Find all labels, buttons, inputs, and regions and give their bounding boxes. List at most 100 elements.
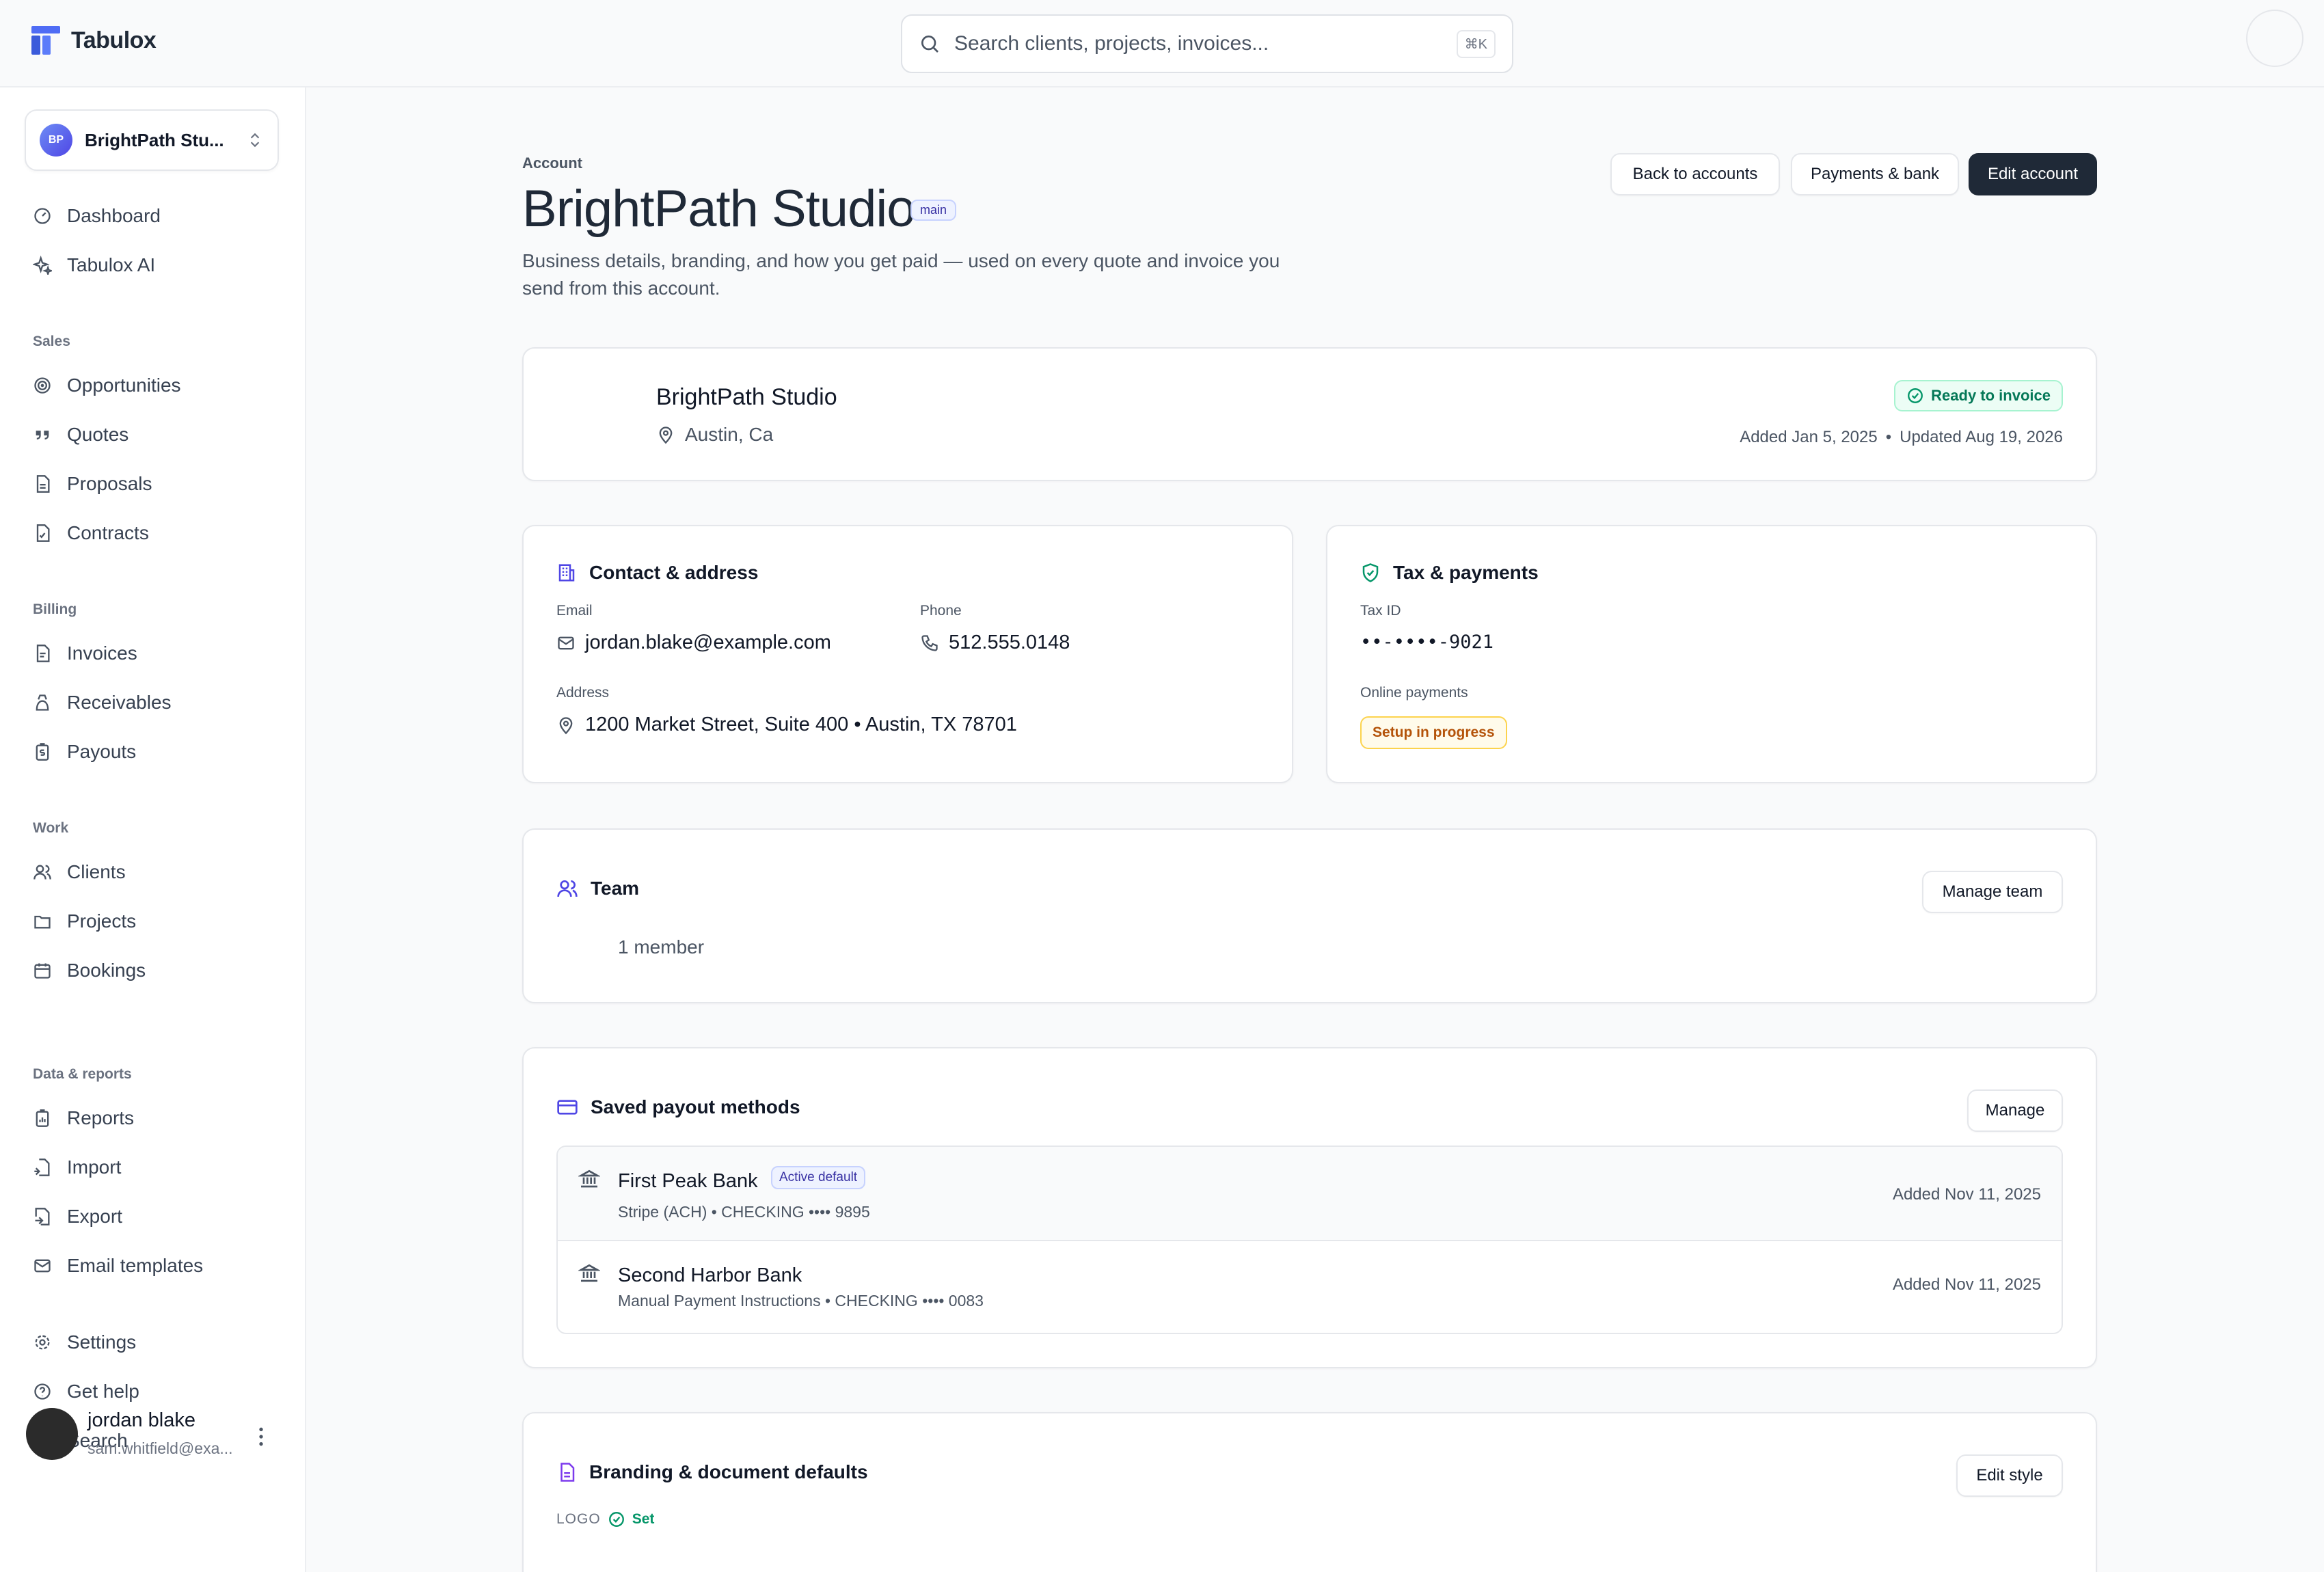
brand[interactable]: Tabulox [31,26,157,55]
branding-title: Branding & document defaults [556,1461,868,1483]
gear-icon [35,1335,50,1350]
sidebar-item-label: Get help [67,1381,139,1402]
tax-card: Tax & payments Tax ID ••-••••-9021 Onlin… [1326,525,2097,783]
phone-icon [921,634,938,651]
sidebar-item-label: Dashboard [67,205,161,226]
summary-dates: Added Jan 5, 2025 • Updated Aug 19, 2026 [1740,428,2063,447]
team-card: Team Manage team 1 member [522,828,2097,1003]
main-account-tag: main [910,200,957,221]
search-shortcut: ⌘K [1456,29,1496,58]
mail-icon [558,636,574,649]
payout-list: First Peak Bank Active default Stripe (A… [556,1146,2063,1334]
sidebar-item-bookings[interactable]: Bookings [33,957,146,984]
payout-row[interactable]: Second Harbor Bank Manual Payment Instru… [558,1241,2062,1333]
user-email: sam.whitfield@exa... [87,1439,233,1457]
nav-group-billing: Billing [33,601,77,617]
payout-methods-card: Saved payout methods Manage First Peak B… [522,1047,2097,1368]
sidebar-item-get-help[interactable]: Get help [33,1378,139,1405]
logo-status-text: Set [632,1511,655,1527]
export-icon [35,1208,50,1225]
status-badge: Ready to invoice [1894,380,2063,411]
team-title: Team [556,878,639,899]
sidebar-item-receivables[interactable]: Receivables [33,689,172,716]
phone-label: Phone [920,603,962,619]
users-icon [557,880,578,897]
sidebar-item-invoices[interactable]: Invoices [33,640,137,667]
top-avatar[interactable] [2246,10,2303,67]
bank-name: First Peak Bank [618,1170,758,1192]
dashboard-icon [34,208,51,224]
reports-icon [36,1109,49,1127]
bank-icon [578,1264,600,1282]
map-pin-icon [659,426,673,444]
manage-team-button[interactable]: Manage team [1922,871,2063,913]
branding-title-text: Branding & document defaults [589,1461,868,1482]
tax-id-value: ••-••••-9021 [1360,632,1494,653]
back-to-accounts-button[interactable]: Back to accounts [1610,153,1780,195]
payout-row[interactable]: First Peak Bank Active default Stripe (A… [558,1147,2062,1241]
manage-payouts-button[interactable]: Manage [1967,1089,2063,1132]
sidebar-item-export[interactable]: Export [33,1203,122,1230]
nav-group-work: Work [33,820,69,836]
active-default-badge: Active default [771,1166,866,1189]
folder-icon [34,915,51,929]
target-icon [34,377,51,394]
global-search[interactable]: Search clients, projects, invoices... ⌘K [901,14,1513,73]
payments-bank-button[interactable]: Payments & bank [1791,153,1959,195]
app-logo-icon [31,26,60,55]
workspace-avatar: BP [40,124,72,157]
help-icon [34,1383,51,1400]
payout-title: Saved payout methods [556,1096,800,1118]
building-icon [558,564,575,582]
sidebar-item-settings[interactable]: Settings [33,1329,136,1356]
sidebar-item-label: Opportunities [67,375,181,396]
sidebar-item-opportunities[interactable]: Opportunities [33,372,181,399]
edit-style-button[interactable]: Edit style [1956,1454,2063,1497]
users-icon [33,865,51,880]
status-text: Ready to invoice [1931,387,2051,404]
sidebar-item-clients[interactable]: Clients [33,858,126,886]
email-label: Email [556,603,593,619]
quote-icon [36,431,49,439]
chevron-updown-icon [246,131,264,149]
payout-title-text: Saved payout methods [591,1096,800,1117]
sidebar-item-reports[interactable]: Reports [33,1105,134,1132]
sidebar-item-quotes[interactable]: Quotes [33,421,129,448]
email-value[interactable]: jordan.blake@example.com [556,632,831,654]
sidebar-item-tabulox-ai[interactable]: Tabulox AI [33,252,155,279]
contact-title-text: Contact & address [589,562,759,583]
more-vertical-icon[interactable] [254,1426,268,1448]
date-separator: • [1885,428,1892,446]
user-avatar[interactable] [26,1408,78,1460]
sidebar-item-import[interactable]: Import [33,1154,121,1181]
bank-icon [578,1169,600,1188]
sidebar-item-projects[interactable]: Projects [33,908,136,935]
sidebar-item-dashboard[interactable]: Dashboard [33,202,161,230]
app-name: Tabulox [71,27,157,53]
sidebar-item-email-templates[interactable]: Email templates [33,1252,203,1279]
sidebar-item-label: Reports [67,1107,135,1128]
phone-value[interactable]: 512.555.0148 [920,632,1070,654]
email-text: jordan.blake@example.com [585,632,831,653]
payouts-icon [36,743,49,761]
search-icon [919,33,941,55]
sparkles-icon [33,256,52,275]
invoice-icon [36,645,50,662]
tax-title: Tax & payments [1360,562,1539,584]
document-icon [560,1463,575,1482]
workspace-switcher[interactable]: BP BrightPath Stu... [25,109,279,171]
tax-title-text: Tax & payments [1393,562,1539,583]
location-text: Austin, Ca [685,424,774,445]
sidebar-item-proposals[interactable]: Proposals [33,470,152,498]
sidebar-item-label: Settings [67,1331,137,1353]
sidebar-item-label: Invoices [67,642,137,664]
sidebar-item-contracts[interactable]: Contracts [33,519,149,547]
check-circle-icon [1908,388,1923,403]
edit-account-button[interactable]: Edit account [1969,153,2097,195]
sidebar-item-payouts[interactable]: Payouts [33,738,136,765]
bank-detail: Manual Payment Instructions • CHECKING •… [618,1292,984,1310]
calendar-icon [34,963,51,979]
logo-label: LOGO [556,1511,601,1527]
bank-detail: Stripe (ACH) • CHECKING •••• 9895 [618,1203,870,1221]
sidebar-item-label: Tabulox AI [67,254,156,275]
